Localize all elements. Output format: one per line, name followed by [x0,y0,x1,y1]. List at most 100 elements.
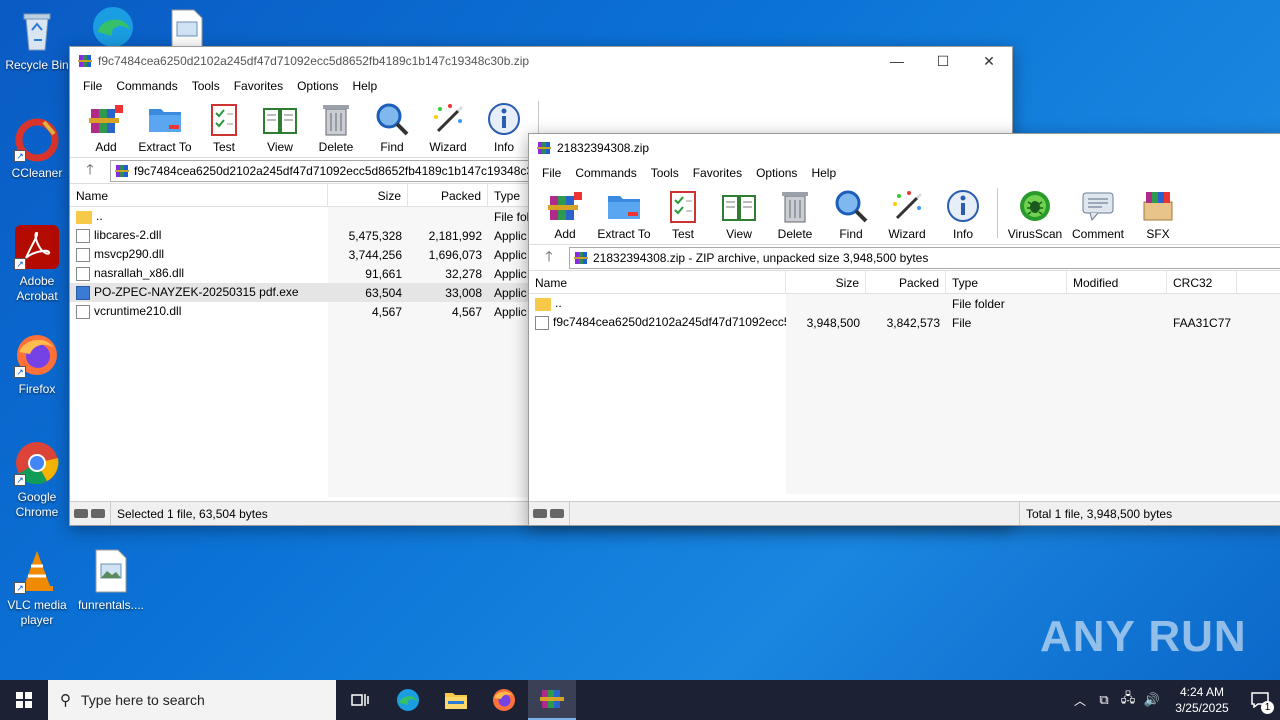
extract-to-button[interactable]: Extract To [134,101,196,154]
desktop-icon-funrentals[interactable]: funrentals.... [74,548,148,613]
column-type[interactable]: Type [946,271,1067,293]
menu-help[interactable]: Help [345,79,384,93]
search-placeholder: Type here to search [81,692,205,708]
vlc-icon: ↗ [14,548,60,594]
winrar-window-foreground[interactable]: 21832394308.zip File Commands Tools Favo… [528,133,1280,526]
menu-commands[interactable]: Commands [109,79,184,93]
virus-bug-icon [1017,188,1053,224]
trash-icon [777,188,813,224]
status-text: Selected 1 file, 63,504 bytes [110,502,268,525]
taskbar-firefox[interactable] [480,680,528,720]
dll-file-icon [76,228,90,243]
volume-icon[interactable]: 🔊 [1140,692,1164,708]
info-icon [945,188,981,224]
find-button[interactable]: Find [823,188,879,241]
desktop-icon-label: CCleaner [11,166,63,180]
taskbar-winrar[interactable] [528,680,576,720]
minimize-button[interactable]: — [874,47,920,75]
firefox-icon: ↗ [14,332,60,378]
comment-button[interactable]: Comment [1066,188,1130,241]
chevron-up-icon[interactable]: ︿ [1068,692,1092,709]
task-view-button[interactable] [336,680,384,720]
menu-tools[interactable]: Tools [644,166,686,180]
folder-extract-icon [147,101,183,137]
search-box[interactable]: ⚲ Type here to search [48,680,336,720]
menu-favorites[interactable]: Favorites [227,79,290,93]
clock-date: 3/25/2025 [1175,701,1229,715]
extract-to-button[interactable]: Extract To [593,188,655,241]
file-icon [535,315,549,330]
list-item[interactable]: f9c7484cea6250d2102a245df47d71092ecc5...… [529,313,1280,332]
menu-file[interactable]: File [535,166,568,180]
desktop-icon-adobe-acrobat[interactable]: ↗ Adobe Acrobat [0,224,74,304]
taskbar-edge[interactable] [384,680,432,720]
column-packed[interactable]: Packed [866,271,946,293]
column-name[interactable]: Name [529,271,786,293]
test-button[interactable]: Test [196,101,252,154]
title-bar[interactable]: 21832394308.zip [529,134,1280,162]
wizard-button[interactable]: Wizard [420,101,476,154]
wizard-button[interactable]: Wizard [879,188,935,241]
column-size[interactable]: Size [786,271,866,293]
add-button[interactable]: Add [78,101,134,154]
find-button[interactable]: Find [364,101,420,154]
desktop-icon-vlc[interactable]: ↗ VLC media player [0,548,74,628]
magnifier-icon [374,101,410,137]
desktop-icon-firefox[interactable]: ↗ Firefox [0,332,74,397]
system-tray: ︿ ⧉ 🖧 🔊 4:24 AM 3/25/2025 1 [1068,680,1280,720]
desktop-icon-ccleaner[interactable]: ↗ CCleaner [0,116,74,181]
add-button[interactable]: Add [537,188,593,241]
virusscan-button[interactable]: VirusScan [1004,188,1066,241]
anyrun-watermark: ANY RUN [1040,612,1247,661]
column-crc32[interactable]: CRC32 [1167,271,1237,293]
recycle-bin-icon [14,8,60,54]
address-field[interactable]: 21832394308.zip - ZIP archive, unpacked … [569,246,1280,269]
edge-icon [90,4,136,50]
menu-options[interactable]: Options [749,166,804,180]
column-size[interactable]: Size [328,184,408,206]
taskbar-file-explorer[interactable] [432,680,480,720]
title-bar[interactable]: f9c7484cea6250d2102a245df47d71092ecc5d86… [70,47,1012,75]
up-arrow-icon[interactable]: 🡑 [529,246,569,270]
info-button[interactable]: Info [476,101,532,154]
network-icon[interactable]: ⧉ [1092,692,1116,708]
close-button[interactable]: ✕ [966,47,1012,75]
desktop-icon-label: VLC media player [7,598,67,627]
window-title: f9c7484cea6250d2102a245df47d71092ecc5d86… [98,54,530,68]
column-modified[interactable]: Modified [1067,271,1167,293]
menu-file[interactable]: File [76,79,109,93]
list-item[interactable]: .. File folder [529,294,1280,313]
drive-icons[interactable] [529,509,569,518]
up-arrow-icon[interactable]: 🡑 [70,159,110,183]
folder-icon [535,297,551,311]
dll-file-icon [76,266,90,281]
menu-favorites[interactable]: Favorites [686,166,749,180]
menu-help[interactable]: Help [804,166,843,180]
toolbar: Add Extract To Test View Delete Find Wiz… [529,184,1280,244]
view-button[interactable]: View [711,188,767,241]
column-packed[interactable]: Packed [408,184,488,206]
ethernet-icon[interactable]: 🖧 [1116,689,1140,711]
delete-button[interactable]: Delete [308,101,364,154]
start-button[interactable] [0,680,48,720]
view-button[interactable]: View [252,101,308,154]
drive-icons[interactable] [70,509,110,518]
sfx-button[interactable]: SFX [1130,188,1186,241]
notification-button[interactable]: 1 [1240,680,1280,720]
info-button[interactable]: Info [935,188,991,241]
clock[interactable]: 4:24 AM 3/25/2025 [1164,684,1240,716]
desktop-icon-recycle-bin[interactable]: Recycle Bin [0,8,74,73]
desktop-icon-google-chrome[interactable]: ↗ Google Chrome [0,440,74,520]
folder-icon [76,210,92,224]
column-name[interactable]: Name [70,184,328,206]
menu-tools[interactable]: Tools [185,79,227,93]
ccleaner-icon: ↗ [14,116,60,162]
menu-options[interactable]: Options [290,79,345,93]
maximize-button[interactable]: ☐ [920,47,966,75]
menu-commands[interactable]: Commands [568,166,643,180]
test-button[interactable]: Test [655,188,711,241]
delete-button[interactable]: Delete [767,188,823,241]
winrar-icon [537,142,551,154]
address-bar: 🡑 21832394308.zip - ZIP archive, unpacke… [529,244,1280,270]
file-list: .. File folder f9c7484cea6250d2102a245df4… [529,294,1280,494]
